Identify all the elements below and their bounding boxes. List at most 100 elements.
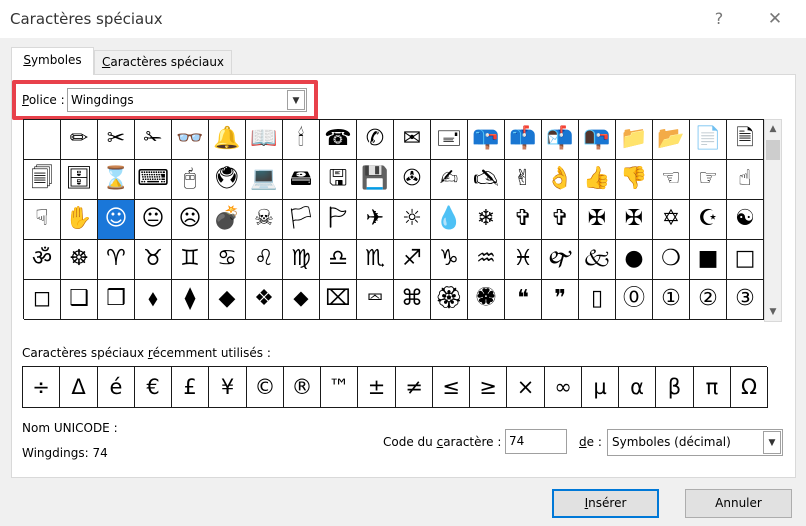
symbol-cell[interactable]: 📂 (653, 120, 690, 160)
symbol-cell[interactable]: ☼ (394, 200, 431, 240)
symbol-cell[interactable]: ⌘ (394, 280, 431, 320)
symbol-cell[interactable]: ♊ (172, 240, 209, 280)
symbol-cell[interactable]: ♎ (320, 240, 357, 280)
symbol-cell[interactable]: 💻 (246, 160, 283, 200)
symbol-cell[interactable]: ⌨ (135, 160, 172, 200)
scroll-thumb[interactable] (766, 140, 780, 160)
grid-scrollbar[interactable]: ▲ ▼ (764, 119, 782, 322)
symbol-cell[interactable]: ❝ (505, 280, 542, 320)
symbol-cell[interactable]: 🗄 (61, 160, 98, 200)
symbol-cell[interactable]: ⧫ (172, 280, 209, 320)
symbol-cell[interactable]: ♏ (357, 240, 394, 280)
symbol-cell[interactable]: 🖰 (172, 160, 209, 200)
symbol-cell[interactable]: ☸ (61, 240, 98, 280)
symbol-cell[interactable]: 📪 (468, 120, 505, 160)
recent-char-cell[interactable]: α (619, 367, 656, 408)
symbol-cell[interactable]: ■ (690, 240, 727, 280)
symbol-cell[interactable]: ✡ (653, 200, 690, 240)
symbol-cell[interactable]: 🖃 (431, 120, 468, 160)
recent-char-cell[interactable]: π (694, 367, 731, 408)
symbol-cell[interactable]: 📄 (690, 120, 727, 160)
symbol-cell[interactable]: ☠ (246, 200, 283, 240)
symbol-cell[interactable]: ॐ (24, 240, 61, 280)
symbol-cell[interactable]: ① (653, 280, 690, 320)
cancel-button[interactable]: Annuler (685, 489, 792, 518)
symbol-cell[interactable]: 👍 (579, 160, 616, 200)
symbol-cell[interactable]: ♍ (283, 240, 320, 280)
scroll-down-icon[interactable]: ▼ (765, 303, 781, 321)
symbol-cell[interactable]: ♉ (135, 240, 172, 280)
symbol-cell[interactable]: ☎ (320, 120, 357, 160)
symbol-cell[interactable]: ✉ (394, 120, 431, 160)
symbol-cell[interactable]: 💾 (357, 160, 394, 200)
symbol-cell[interactable]: 💣 (209, 200, 246, 240)
symbol-cell[interactable]: □ (727, 240, 764, 280)
symbol-cell[interactable]: 🖲 (209, 160, 246, 200)
symbol-cell[interactable]: ✂ (98, 120, 135, 160)
symbol-cell[interactable]: ◻ (24, 280, 61, 320)
symbol-cell[interactable]: 👓 (172, 120, 209, 160)
symbol-cell[interactable]: 👌 (542, 160, 579, 200)
tab-symboles[interactable]: Symboles (11, 47, 94, 75)
recent-char-cell[interactable]: Ω (731, 367, 768, 408)
symbol-cell[interactable]: ☯ (727, 200, 764, 240)
symbol-cell[interactable]: ❞ (542, 280, 579, 320)
symbol-cell[interactable]: ♒ (468, 240, 505, 280)
symbol-cell[interactable]: ✏ (61, 120, 98, 160)
symbol-cell[interactable]: ✠ (579, 200, 616, 240)
symbol-cell[interactable]: ⌧ (320, 280, 357, 320)
symbol-cell[interactable]: ✞ (505, 200, 542, 240)
symbol-cell[interactable]: 😐 (135, 200, 172, 240)
symbol-cell[interactable]: 🙰 (542, 240, 579, 280)
symbol-cell[interactable] (24, 120, 61, 160)
symbol-cell[interactable]: ③ (727, 280, 764, 320)
chevron-down-icon[interactable]: ▼ (763, 431, 781, 454)
symbol-cell[interactable]: ♌ (246, 240, 283, 280)
recent-char-cell[interactable]: € (135, 367, 172, 408)
symbol-cell[interactable]: ⬥ (283, 280, 320, 320)
recent-char-cell[interactable]: £ (172, 367, 209, 408)
recent-char-cell[interactable]: ÷ (23, 367, 60, 408)
symbol-cell[interactable]: 🏵 (431, 280, 468, 320)
symbol-cell[interactable]: ❄ (468, 200, 505, 240)
symbol-cell[interactable]: ② (690, 280, 727, 320)
symbol-cell[interactable]: 🏳 (283, 200, 320, 240)
symbol-cell[interactable]: ☝ (727, 160, 764, 200)
symbol-cell[interactable]: 📖 (246, 120, 283, 160)
recent-char-cell[interactable]: ¥ (209, 367, 247, 408)
symbol-cell[interactable]: ♑ (431, 240, 468, 280)
char-code-input[interactable]: 74 (505, 429, 567, 454)
symbol-cell[interactable]: 🗐 (24, 160, 61, 200)
symbol-cell[interactable]: ❖ (246, 280, 283, 320)
symbol-cell[interactable]: ☞ (690, 160, 727, 200)
symbol-cell[interactable]: ♓ (505, 240, 542, 280)
symbol-cell[interactable]: ✞ (542, 200, 579, 240)
recent-char-cell[interactable]: × (507, 367, 545, 408)
symbol-cell[interactable]: ✋ (61, 200, 98, 240)
symbol-cell[interactable]: ♐ (394, 240, 431, 280)
symbol-cell[interactable]: ✆ (357, 120, 394, 160)
symbol-cell[interactable]: 🖴 (283, 160, 320, 200)
symbol-cell[interactable]: 🏶 (468, 280, 505, 320)
symbol-cell[interactable]: 👎 (616, 160, 653, 200)
symbol-cell[interactable]: ✁ (135, 120, 172, 160)
recent-char-cell[interactable]: ≥ (470, 367, 507, 408)
symbol-cell[interactable]: 📬 (542, 120, 579, 160)
symbol-cell[interactable]: ☹ (172, 200, 209, 240)
scroll-up-icon[interactable]: ▲ (765, 120, 781, 138)
symbol-cell[interactable]: 🖫 (320, 160, 357, 200)
symbol-cell[interactable]: ✠ (616, 200, 653, 240)
symbol-cell[interactable]: 🗎 (727, 120, 764, 160)
symbol-cell[interactable]: ☟ (24, 200, 61, 240)
symbol-cell[interactable]: 🏱 (320, 200, 357, 240)
insert-button[interactable]: Insérer (552, 489, 659, 518)
from-dropdown[interactable]: Symboles (décimal) ▼ (607, 429, 783, 456)
symbol-cell[interactable]: 📁 (616, 120, 653, 160)
symbol-cell[interactable]: ▯ (579, 280, 616, 320)
symbol-cell[interactable]: ❍ (653, 240, 690, 280)
symbol-cell[interactable]: 📭 (579, 120, 616, 160)
recent-char-cell[interactable]: ≤ (433, 367, 470, 408)
symbol-cell[interactable]: ● (616, 240, 653, 280)
recent-char-cell[interactable]: ® (284, 367, 321, 408)
symbol-cell[interactable]: ❑ (61, 280, 98, 320)
